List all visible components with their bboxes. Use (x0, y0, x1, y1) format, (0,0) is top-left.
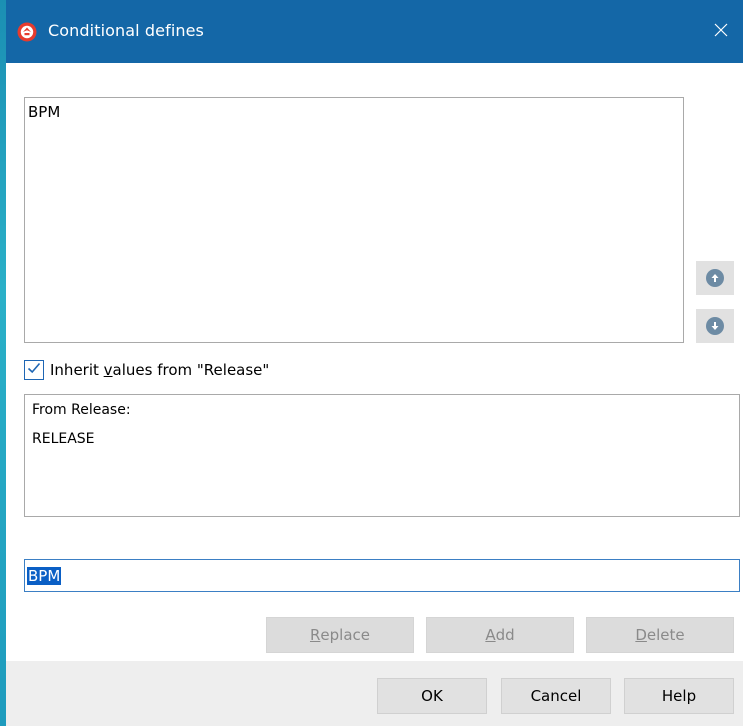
cancel-button[interactable]: Cancel (501, 678, 611, 714)
delete-button[interactable]: Delete (586, 617, 734, 653)
replace-button[interactable]: Replace (266, 617, 414, 653)
ok-button[interactable]: OK (377, 678, 487, 714)
dialog-footer: OK Cancel Help (6, 661, 743, 726)
move-up-button[interactable] (696, 261, 734, 295)
app-logo-icon (17, 22, 37, 42)
move-down-button[interactable] (696, 309, 734, 343)
conditional-defines-dialog: Conditional defines BPM Inherit values f… (6, 0, 743, 726)
title-bar[interactable]: Conditional defines (6, 0, 743, 63)
inherited-value: RELEASE (32, 431, 95, 447)
inherited-header: From Release: (32, 402, 131, 418)
arrow-down-icon (706, 317, 724, 335)
inherited-values-box: From Release: RELEASE (24, 394, 740, 517)
add-button[interactable]: Add (426, 617, 574, 653)
window-title: Conditional defines (48, 21, 204, 40)
close-icon (713, 22, 729, 42)
inherit-row: Inherit values from "Release" (24, 359, 269, 381)
inherit-label[interactable]: Inherit values from "Release" (50, 361, 269, 379)
checkmark-icon (26, 360, 42, 380)
inherit-checkbox[interactable] (24, 360, 44, 380)
help-button[interactable]: Help (624, 678, 734, 714)
define-input[interactable]: BPM (24, 559, 740, 592)
define-input-selected-text: BPM (27, 566, 62, 585)
defines-listbox[interactable]: BPM (24, 97, 684, 343)
arrow-up-icon (706, 269, 724, 287)
close-button[interactable] (699, 12, 743, 52)
list-item[interactable]: BPM (28, 103, 60, 121)
